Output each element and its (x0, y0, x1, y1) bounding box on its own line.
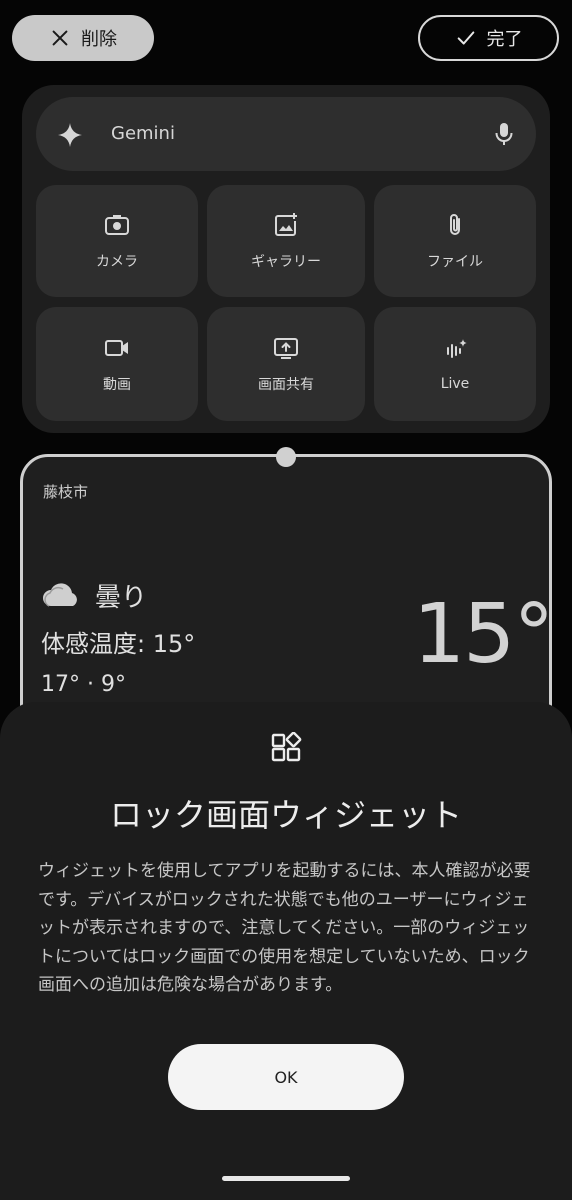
delete-button[interactable]: 削除 (12, 15, 154, 61)
check-icon (457, 31, 474, 45)
screen-share-icon (274, 338, 298, 359)
camera-icon (105, 215, 129, 235)
paperclip-icon (450, 214, 460, 235)
delete-label: 削除 (81, 29, 117, 50)
tile-label: ギャラリー (251, 254, 321, 270)
weather-temperature: 15° (413, 587, 552, 682)
done-label: 完了 (486, 29, 523, 50)
weather-feels-like: 体感温度: 15° (41, 630, 196, 658)
widgets-icon (271, 732, 302, 762)
tile-label: カメラ (96, 254, 138, 270)
done-button[interactable]: 完了 (418, 15, 559, 61)
gallery-icon (275, 213, 297, 236)
gemini-sparkle-icon (58, 123, 82, 147)
tile-gallery[interactable]: ギャラリー (207, 185, 365, 297)
cloud-icon (43, 583, 77, 607)
gemini-title: Gemini (111, 123, 175, 144)
tile-video[interactable]: 動画 (36, 307, 198, 421)
gemini-prompt-bar[interactable]: Gemini (36, 97, 536, 171)
weather-high-low: 17° · 9° (41, 672, 126, 697)
lock-screen-widget-sheet: ロック画面ウィジェット ウィジェットを使用してアプリを起動するには、本人確認が必… (0, 702, 572, 1200)
close-icon (52, 30, 68, 46)
ok-button[interactable]: OK (168, 1044, 404, 1110)
tile-label: 動画 (103, 377, 131, 393)
live-icon (447, 339, 467, 358)
sheet-body-text: ウィジェットを使用してアプリを起動するには、本人確認が必要です。デバイスがロック… (38, 861, 531, 995)
tile-label: Live (440, 376, 470, 392)
tile-camera[interactable]: カメラ (36, 185, 198, 297)
video-icon (105, 340, 128, 356)
widget-resize-handle[interactable] (276, 447, 296, 467)
tile-label: 画面共有 (258, 377, 314, 393)
tile-live[interactable]: Live (374, 307, 536, 421)
tile-screen-share[interactable]: 画面共有 (207, 307, 365, 421)
microphone-icon[interactable] (492, 121, 516, 147)
home-indicator[interactable] (222, 1176, 350, 1181)
weather-city: 藤枝市 (43, 483, 89, 501)
gemini-widget: Gemini カメラ ギャラリー ファイル 動画 画面共有 Live (22, 85, 550, 433)
tile-file[interactable]: ファイル (374, 185, 536, 297)
sheet-title: ロック画面ウィジェット (109, 796, 462, 834)
weather-condition: 曇り (95, 583, 148, 613)
tile-label: ファイル (427, 254, 483, 270)
